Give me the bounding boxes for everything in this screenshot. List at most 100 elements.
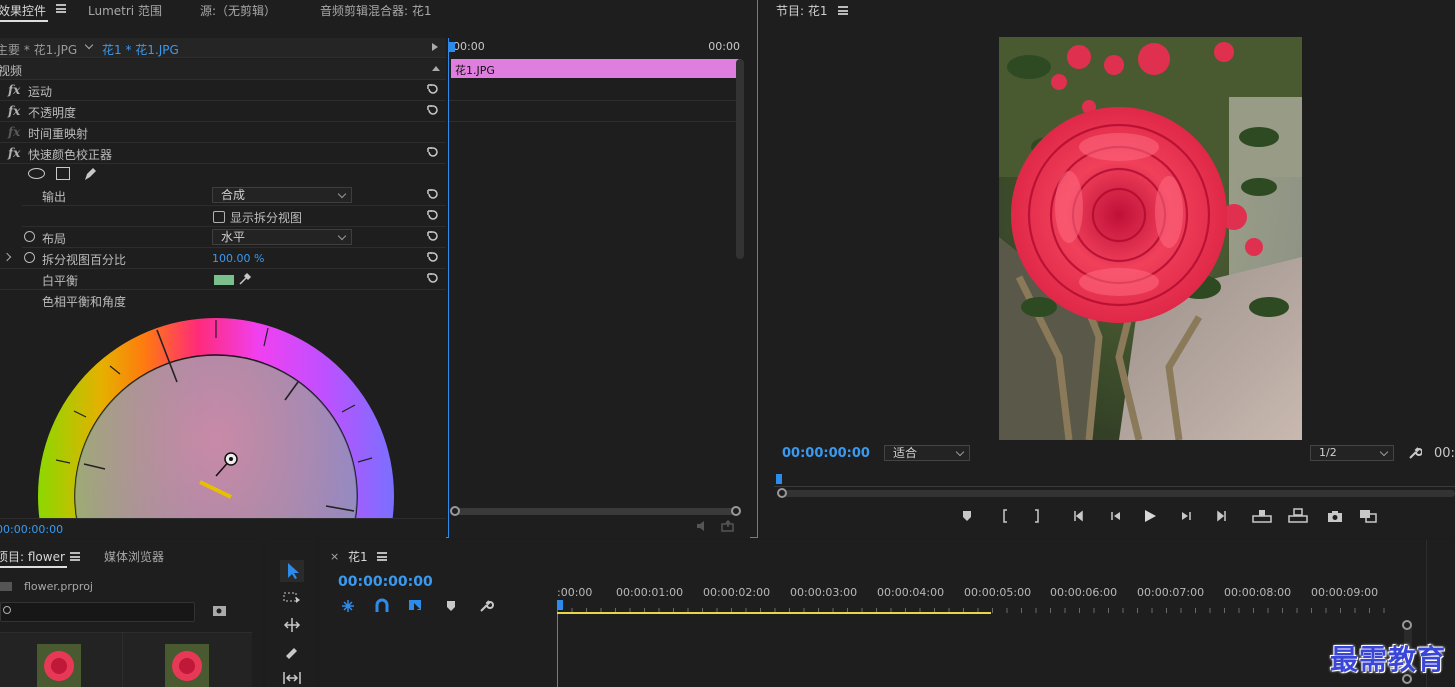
reset-icon[interactable]: [426, 271, 440, 285]
fx-icon[interactable]: fx: [8, 83, 20, 97]
magnet-icon[interactable]: [374, 598, 390, 614]
collapse-up-icon[interactable]: [432, 66, 440, 71]
wrench-icon[interactable]: [1408, 446, 1422, 460]
work-area-bar[interactable]: [557, 612, 991, 614]
scroll-handle-left[interactable]: [450, 506, 460, 516]
split-percent-label: 拆分视图百分比: [42, 253, 127, 267]
effect-row-motion[interactable]: fx 运动: [0, 80, 446, 101]
mini-clip-bar[interactable]: 花1.JPG: [451, 59, 741, 78]
program-video-frame[interactable]: [999, 37, 1302, 440]
program-monitor-title[interactable]: 节目: 花1: [776, 2, 828, 19]
tab-menu-icon[interactable]: [56, 4, 66, 13]
slip-tool-icon[interactable]: [282, 670, 302, 686]
export-icon[interactable]: [721, 520, 735, 532]
scrubber-playhead[interactable]: [776, 474, 782, 484]
program-timecode-right: 00:: [1434, 446, 1455, 461]
effect-row-fast-color[interactable]: fx 快速颜色校正器: [0, 143, 446, 164]
reset-icon[interactable]: [426, 250, 440, 264]
track-select-tool-icon[interactable]: [282, 590, 302, 608]
reset-icon[interactable]: [426, 145, 440, 159]
scroll-handle[interactable]: [1402, 620, 1412, 630]
chevron-down-icon[interactable]: [84, 40, 94, 50]
panel-menu-icon[interactable]: [838, 6, 848, 15]
snap-icon[interactable]: [340, 598, 356, 614]
go-to-in-icon[interactable]: [1072, 508, 1088, 524]
compare-view-icon[interactable]: [1358, 508, 1378, 524]
lift-icon[interactable]: [1252, 508, 1272, 524]
layout-dropdown[interactable]: 水平: [212, 229, 352, 245]
tab-lumetri-scopes[interactable]: Lumetri 范围: [88, 2, 162, 19]
effect-row-opacity[interactable]: fx 不透明度: [0, 101, 446, 122]
pen-mask-icon[interactable]: [82, 166, 98, 182]
program-zoom-bar[interactable]: [780, 490, 1455, 497]
fx-icon[interactable]: fx: [8, 104, 20, 118]
linked-selection-icon[interactable]: [408, 598, 424, 614]
master-clip-label[interactable]: 主要 * 花1.JPG: [0, 41, 77, 58]
timeline-ruler[interactable]: :00:00 00:00:01:00 00:00:02:00 00:00:03:…: [557, 580, 1407, 616]
add-marker-icon[interactable]: [444, 598, 458, 614]
split-percent-value[interactable]: 100.00 %: [212, 252, 264, 265]
play-icon[interactable]: [1142, 508, 1158, 524]
timeline-tab[interactable]: 花1: [348, 548, 368, 565]
reset-icon[interactable]: [426, 103, 440, 117]
zoom-handle-left[interactable]: [777, 488, 787, 498]
output-dropdown[interactable]: 合成: [212, 187, 352, 203]
sequence-clip-label[interactable]: 花1 * 花1.JPG: [102, 41, 179, 58]
mark-in-icon[interactable]: [998, 508, 1012, 524]
fx-icon[interactable]: fx: [8, 146, 20, 160]
ripple-edit-tool-icon[interactable]: [282, 616, 302, 634]
white-balance-swatch[interactable]: [214, 275, 234, 285]
mark-out-icon[interactable]: [1030, 508, 1044, 524]
tab-project[interactable]: 项目: flower: [0, 548, 67, 568]
mini-scrollbar[interactable]: [736, 59, 744, 259]
effect-row-time-remap[interactable]: fx 时间重映射: [0, 122, 446, 143]
resolution-dropdown[interactable]: 1/2: [1310, 445, 1394, 461]
rectangle-mask-icon[interactable]: [56, 167, 70, 180]
tab-media-browser[interactable]: 媒体浏览器: [104, 548, 164, 565]
add-marker-icon[interactable]: [960, 508, 974, 524]
new-bin-icon[interactable]: [212, 604, 228, 618]
split-view-checkbox[interactable]: [213, 211, 225, 223]
close-tab-icon[interactable]: ×: [330, 550, 339, 563]
timeline-playhead[interactable]: [557, 600, 563, 610]
wrench-icon[interactable]: [478, 598, 494, 614]
timeline-timecode[interactable]: 00:00:00:00: [338, 574, 433, 590]
panel-menu-icon[interactable]: [377, 552, 387, 561]
effect-panel-timecode[interactable]: 00:00:00:00: [0, 523, 63, 536]
reset-icon[interactable]: [426, 82, 440, 96]
tab-effect-controls[interactable]: 效果控件: [0, 2, 49, 22]
reset-icon[interactable]: [426, 187, 440, 201]
extract-icon[interactable]: [1288, 508, 1308, 524]
mini-playhead[interactable]: [449, 42, 455, 52]
scroll-handle-right[interactable]: [731, 506, 741, 516]
play-triangle-icon[interactable]: [432, 43, 438, 51]
expand-chevron-icon[interactable]: [2, 252, 12, 262]
step-forward-icon[interactable]: [1178, 508, 1194, 524]
step-back-icon[interactable]: [1108, 508, 1124, 524]
camera-icon[interactable]: [1326, 508, 1344, 524]
project-thumbnail[interactable]: [165, 644, 209, 687]
project-search-input[interactable]: [0, 602, 195, 622]
mini-h-scrollbar[interactable]: [453, 508, 735, 515]
fx-icon[interactable]: fx: [8, 125, 20, 139]
reset-icon[interactable]: [426, 229, 440, 243]
tab-source[interactable]: 源:（无剪辑）: [200, 2, 276, 19]
tab-audio-clip-mixer[interactable]: 音频剪辑混合器: 花1: [320, 2, 432, 19]
stopwatch-icon[interactable]: [24, 231, 35, 242]
audio-icon[interactable]: [695, 520, 709, 532]
project-thumbnail[interactable]: [37, 644, 81, 687]
mini-ruler-end: 00:00: [708, 40, 740, 53]
ellipse-mask-icon[interactable]: [28, 168, 45, 179]
program-scrubber[interactable]: [774, 474, 1455, 488]
hue-balance-wheel[interactable]: [0, 308, 446, 518]
program-timecode[interactable]: 00:00:00:00: [782, 446, 870, 461]
razor-tool-icon[interactable]: [282, 644, 302, 662]
panel-menu-icon[interactable]: [70, 552, 80, 561]
fit-dropdown[interactable]: 适合: [884, 445, 970, 461]
go-to-out-icon[interactable]: [1212, 508, 1228, 524]
stopwatch-icon[interactable]: [24, 252, 35, 263]
eyedropper-icon[interactable]: [238, 272, 252, 286]
program-monitor-panel: 节目: 花1 00:00:00:00 适合 1/2 00:: [760, 0, 1455, 538]
reset-icon[interactable]: [426, 208, 440, 222]
selection-tool-icon[interactable]: [280, 560, 304, 582]
